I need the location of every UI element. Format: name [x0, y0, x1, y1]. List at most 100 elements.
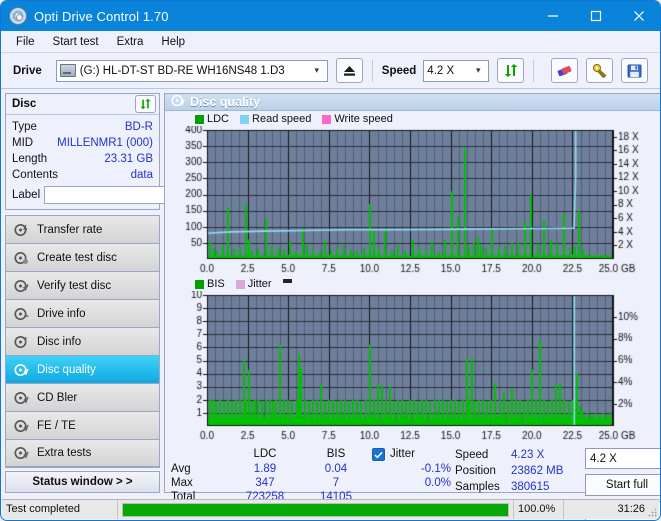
speed-readout-label: Speed	[455, 449, 489, 461]
sidebar-item-label: Verify test disc	[37, 279, 112, 292]
stats-row-key: Avg	[171, 463, 191, 475]
disc-row-mid: MID MILLENMR1 (000)	[12, 135, 153, 151]
chevron-down-icon: ▾	[476, 65, 481, 75]
legend-label: LDC	[207, 113, 230, 125]
left-sidebar: Disc Type BD-R MID MILLENMR1 (000) Lengt…	[5, 93, 252, 493]
sidebar-item-extra-tests[interactable]: Extra tests	[5, 439, 160, 467]
bis-chart	[165, 291, 660, 443]
sidebar-item-cd-bler[interactable]: CD Bler	[5, 383, 160, 411]
disc-row-key: Length	[12, 153, 48, 165]
drive-select[interactable]: (G:) HL-DT-ST BD-RE WH16NS48 1.D3 ▾	[55, 59, 328, 82]
nav-list: Transfer rate Create test disc Verify te…	[5, 215, 160, 467]
disc-create-icon	[14, 251, 31, 265]
stats-max-jitter: 0.0%	[424, 477, 451, 489]
main-body: Disc Type BD-R MID MILLENMR1 (000) Lengt…	[1, 89, 660, 520]
menu-item-extra[interactable]: Extra	[108, 34, 153, 50]
speed-select[interactable]: 4.2 X ▾	[423, 59, 490, 82]
chevron-down-icon: ▾	[314, 65, 320, 75]
disc-label-row: Label	[12, 186, 252, 204]
menu-bar: File Start test Extra Help	[1, 31, 660, 53]
checkbox-checked-icon	[372, 448, 385, 461]
jitter-checkbox[interactable]	[369, 448, 385, 461]
stats-header-bis: BIS	[326, 448, 346, 460]
stats-max-bis: 7	[332, 477, 340, 489]
jitter-label: Jitter	[390, 448, 415, 460]
sidebar-item-label: Extra tests	[37, 447, 92, 459]
disc-verify-icon	[14, 279, 31, 293]
legend-item-bis: BIS	[195, 278, 225, 290]
sidebar-item-drive-info[interactable]: Drive info	[5, 299, 160, 327]
window-title: Opti Drive Control 1.70	[34, 8, 169, 24]
title-bar: Opti Drive Control 1.70	[1, 1, 660, 31]
legend-label: Jitter	[247, 278, 272, 290]
sidebar-item-label: Create test disc	[37, 251, 117, 264]
samples-readout-label: Samples	[455, 481, 500, 493]
elapsed-time: 31:26	[563, 500, 659, 519]
legend-swatch	[195, 114, 204, 124]
disc-details: Type BD-R MID MILLENMR1 (000) Length 23.…	[6, 115, 252, 209]
disc-row-type: Type BD-R	[12, 119, 153, 135]
stats-grid: LDC BIS Jitter Avg 1.89 0.04 -0.1% Max 3…	[171, 448, 455, 503]
speed-select-value: 4.2 X	[427, 64, 455, 77]
sidebar-item-fe-te[interactable]: FE / TE	[5, 411, 160, 439]
refresh-button[interactable]	[497, 58, 525, 83]
menu-item-start-test[interactable]: Start test	[44, 34, 108, 50]
status-window-button[interactable]: Status window > >	[5, 471, 160, 493]
sidebar-item-create-test-disc[interactable]: Create test disc	[5, 243, 160, 271]
toolbar-divider	[371, 59, 373, 82]
maximize-icon[interactable]	[574, 1, 617, 31]
tools-button[interactable]	[586, 58, 614, 83]
legend-item-read-speed: Read speed	[240, 113, 311, 125]
sidebar-item-label: Disc quality	[37, 363, 96, 376]
disc-label-key: Label	[12, 189, 41, 201]
disc-row-contents: Contents data	[12, 167, 153, 183]
start-full-button[interactable]: Start full	[585, 474, 660, 496]
progress-bar	[122, 502, 509, 517]
drive-toolbar: Drive (G:) HL-DT-ST BD-RE WH16NS48 1.D3 …	[1, 53, 660, 89]
disc-row-value: MILLENMR1 (000)	[57, 137, 153, 149]
resize-grip[interactable]	[647, 507, 657, 517]
stats-corner	[171, 448, 227, 461]
legend-swatch	[235, 279, 245, 289]
legend-swatch	[240, 114, 250, 124]
sidebar-filler	[5, 467, 160, 468]
disc-row-key: Contents	[12, 169, 59, 181]
window-controls	[531, 1, 660, 31]
stats-spacer	[369, 463, 385, 475]
bis-chart-canvas	[165, 291, 655, 443]
stats-avg-jitter: -0.1%	[420, 463, 451, 475]
sidebar-item-transfer-rate[interactable]: Transfer rate	[5, 215, 160, 243]
ldc-chart	[165, 126, 660, 276]
stats-row-key: Max	[171, 477, 193, 489]
erase-button[interactable]	[551, 58, 579, 83]
save-button[interactable]	[621, 58, 649, 83]
disc-row-value: 23.31 GB	[104, 153, 153, 165]
disc-transfer-icon	[14, 223, 31, 237]
toolbar-divider	[533, 59, 535, 82]
drive-icon	[59, 64, 76, 77]
progress-fill	[123, 503, 508, 516]
disc-row-value: data	[130, 169, 153, 181]
test-speed-value: 4.2 X	[590, 452, 617, 465]
minimize-icon[interactable]	[531, 1, 574, 31]
disc-bler-icon	[14, 391, 31, 405]
legend-label: BIS	[207, 278, 225, 290]
scroll-marker	[282, 278, 292, 283]
legend-item-jitter: Jitter	[235, 278, 272, 290]
sidebar-item-disc-quality[interactable]: Disc quality	[5, 355, 160, 383]
menu-item-file[interactable]: File	[7, 34, 44, 50]
disc-refresh-button[interactable]	[135, 95, 156, 113]
sidebar-item-disc-info[interactable]: Disc info	[5, 327, 160, 355]
disc-quality-icon	[14, 363, 31, 377]
disc-row-key: Type	[12, 121, 37, 133]
stats-header-ldc: LDC	[253, 448, 277, 460]
position-readout-label: Position	[455, 465, 496, 477]
eject-button[interactable]	[335, 58, 363, 83]
sidebar-item-verify-test-disc[interactable]: Verify test disc	[5, 271, 160, 299]
menu-item-help[interactable]: Help	[152, 34, 194, 50]
progress-percent: 100.0%	[513, 500, 563, 519]
close-icon[interactable]	[617, 1, 660, 31]
legend-item-write-speed: Write speed	[322, 113, 393, 125]
test-speed-select[interactable]: 4.2 X ▾	[585, 448, 660, 469]
legend-swatch	[322, 114, 332, 124]
